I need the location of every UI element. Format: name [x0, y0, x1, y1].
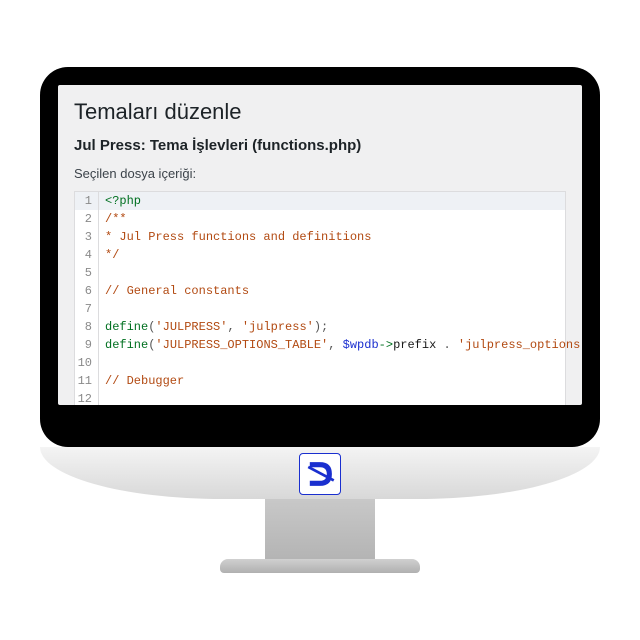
code-line[interactable]: 6// General constants	[75, 282, 565, 300]
page-title: Temaları düzenle	[74, 99, 566, 125]
monitor-foot	[220, 559, 420, 573]
line-number: 10	[75, 354, 99, 372]
line-number: 3	[75, 228, 99, 246]
line-number: 2	[75, 210, 99, 228]
line-content[interactable]	[99, 264, 565, 282]
line-number: 12	[75, 390, 99, 405]
code-line[interactable]: 7	[75, 300, 565, 318]
app-screen: Temaları düzenle Jul Press: Tema İşlevle…	[58, 85, 582, 405]
line-content[interactable]: // General constants	[99, 282, 565, 300]
logo-badge	[299, 453, 341, 495]
line-content[interactable]: */	[99, 246, 565, 264]
code-line[interactable]: 9define('JULPRESS_OPTIONS_TABLE', $wpdb-…	[75, 336, 565, 354]
line-number: 1	[75, 192, 99, 210]
line-number: 5	[75, 264, 99, 282]
code-line[interactable]: 4 */	[75, 246, 565, 264]
code-line[interactable]: 11// Debugger	[75, 372, 565, 390]
page-subtitle: Jul Press: Tema İşlevleri (functions.php…	[74, 137, 566, 154]
code-line[interactable]: 5	[75, 264, 565, 282]
code-line[interactable]: 12	[75, 390, 565, 405]
line-content[interactable]: * Jul Press functions and definitions	[99, 228, 565, 246]
logo-d-icon	[303, 457, 337, 491]
code-line[interactable]: 1<?php	[75, 192, 565, 210]
code-editor[interactable]: 1<?php2/**3 * Jul Press functions and de…	[74, 191, 566, 405]
line-content[interactable]: <?php	[99, 192, 565, 210]
line-content[interactable]	[99, 390, 565, 405]
line-number: 11	[75, 372, 99, 390]
line-number: 4	[75, 246, 99, 264]
line-number: 7	[75, 300, 99, 318]
monitor-frame: Temaları düzenle Jul Press: Tema İşlevle…	[40, 67, 600, 573]
code-line[interactable]: 10	[75, 354, 565, 372]
line-number: 8	[75, 318, 99, 336]
code-line[interactable]: 3 * Jul Press functions and definitions	[75, 228, 565, 246]
line-content[interactable]: /**	[99, 210, 565, 228]
monitor-chin	[40, 447, 600, 499]
monitor-neck	[265, 499, 375, 559]
file-content-label: Seçilen dosya içeriği:	[74, 166, 566, 181]
code-line[interactable]: 2/**	[75, 210, 565, 228]
line-number: 9	[75, 336, 99, 354]
monitor-bezel: Temaları düzenle Jul Press: Tema İşlevle…	[40, 67, 600, 447]
line-content[interactable]: define('JULPRESS', 'julpress');	[99, 318, 565, 336]
line-content[interactable]	[99, 354, 565, 372]
line-content[interactable]: define('JULPRESS_OPTIONS_TABLE', $wpdb->…	[99, 336, 582, 354]
line-number: 6	[75, 282, 99, 300]
line-content[interactable]: // Debugger	[99, 372, 565, 390]
code-line[interactable]: 8define('JULPRESS', 'julpress');	[75, 318, 565, 336]
line-content[interactable]	[99, 300, 565, 318]
